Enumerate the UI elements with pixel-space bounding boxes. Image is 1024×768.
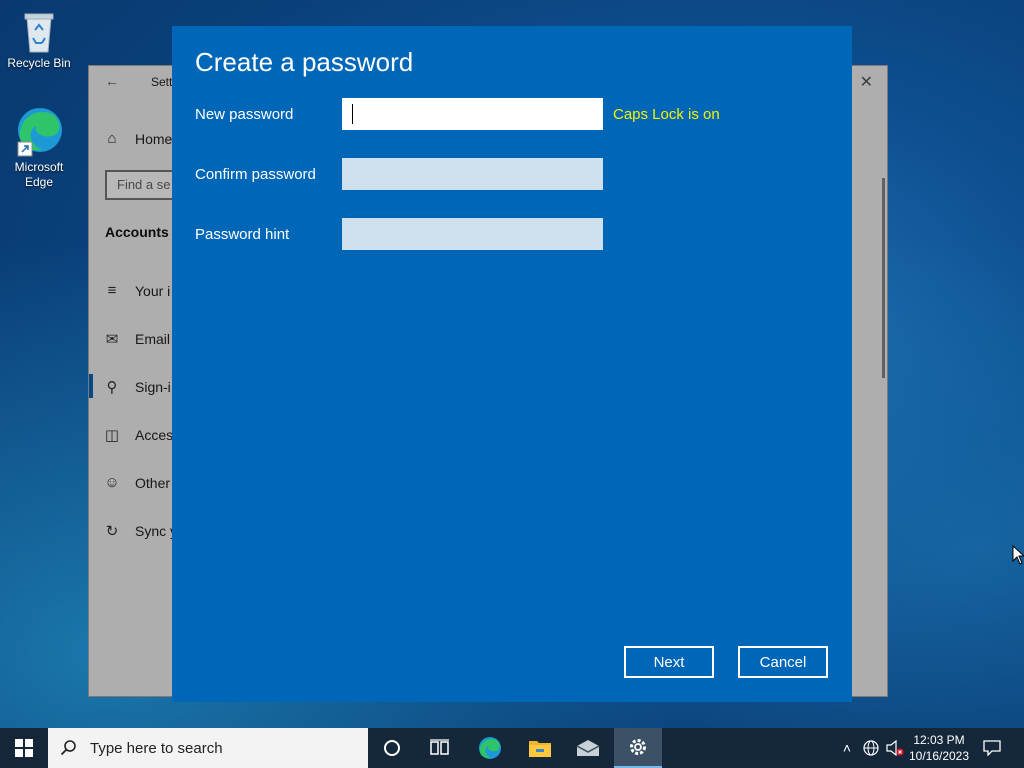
clock-time: 12:03 PM (913, 733, 965, 747)
desktop-icon-label: Microsoft Edge (14, 160, 64, 189)
taskbar-search-placeholder: Type here to search (90, 739, 223, 757)
desktop-icon-recycle-bin[interactable]: Recycle Bin (1, 8, 77, 71)
cortana-button[interactable] (368, 728, 416, 768)
search-icon (60, 740, 76, 756)
taskbar-search-box[interactable]: Type here to search (48, 728, 368, 768)
chevron-up-icon: ˄ (842, 740, 852, 756)
task-view-button[interactable] (416, 728, 464, 768)
action-center-button[interactable] (978, 728, 1006, 768)
edge-icon (479, 737, 501, 759)
taskbar: Type here to search ˄ 12:03 PM 10/16/202… (0, 728, 1024, 768)
password-hint-label: Password hint (195, 226, 290, 243)
globe-icon (863, 740, 879, 756)
clock-date: 10/16/2023 (908, 749, 970, 763)
cancel-button[interactable]: Cancel (738, 646, 828, 678)
create-password-dialog: Create a password New password Caps Lock… (172, 26, 852, 702)
new-password-field[interactable] (342, 98, 603, 130)
caps-lock-warning: Caps Lock is on (613, 106, 720, 123)
next-button[interactable]: Next (624, 646, 714, 678)
recycle-bin-icon (24, 13, 54, 53)
taskbar-settings-button[interactable] (614, 728, 662, 768)
taskbar-edge-button[interactable] (466, 728, 514, 768)
text-caret (352, 104, 353, 124)
taskbar-clock[interactable]: 12:03 PM 10/16/2023 (904, 732, 974, 764)
cortana-icon (384, 740, 400, 756)
desktop-icon-label: Recycle Bin (7, 56, 71, 70)
dialog-title: Create a password (195, 47, 414, 77)
edge-icon (17, 108, 62, 157)
volume-button[interactable] (884, 728, 906, 768)
confirm-password-field[interactable] (342, 158, 603, 190)
volume-muted-icon (886, 740, 904, 756)
mail-icon (576, 740, 600, 756)
confirm-password-label: Confirm password (195, 166, 316, 183)
taskbar-mail-button[interactable] (564, 728, 612, 768)
taskbar-file-explorer-button[interactable] (516, 728, 564, 768)
folder-icon (529, 741, 551, 757)
task-view-icon (430, 739, 449, 755)
new-password-label: New password (195, 106, 294, 123)
windows-logo-icon (15, 739, 33, 757)
network-button[interactable] (860, 728, 882, 768)
start-button[interactable] (0, 728, 48, 768)
password-hint-field[interactable] (342, 218, 603, 250)
show-hidden-icons-button[interactable]: ˄ (836, 728, 858, 768)
desktop-icon-edge[interactable]: Microsoft Edge (1, 104, 77, 190)
notification-icon (983, 740, 1001, 756)
mouse-cursor-icon (1012, 545, 1024, 565)
gear-icon (630, 739, 646, 755)
